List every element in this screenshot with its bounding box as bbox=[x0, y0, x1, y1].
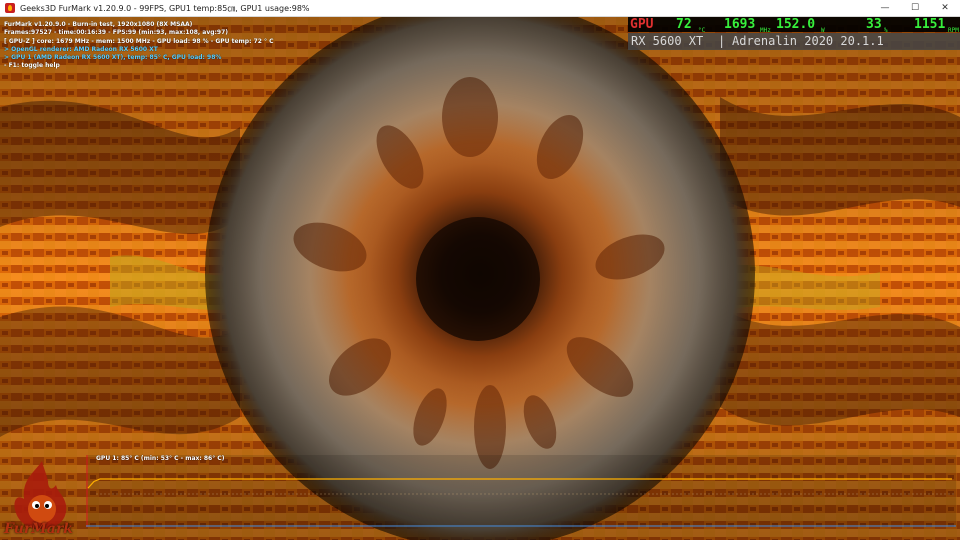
osd-driver-row: RX 5600 XT | Adrenalin 2020 20.1.1 bbox=[628, 33, 960, 50]
overlay-line-gpuz: [ GPU-Z ] core: 1679 MHz - mem: 1500 MHz… bbox=[4, 37, 274, 45]
furmark-logo-text: FurMark bbox=[4, 521, 73, 537]
close-button[interactable]: ✕ bbox=[930, 0, 960, 16]
radeon-osd-panel: GPU 72 °C 1693 MHz 152.0 W 33 % 1151 RPM… bbox=[628, 17, 960, 50]
temperature-series-line bbox=[87, 478, 952, 489]
osd-metrics-row: GPU 72 °C 1693 MHz 152.0 W 33 % 1151 RPM bbox=[628, 17, 960, 34]
overlay-line-frames: Frames:97527 - time:00:16:39 - FPS:99 (m… bbox=[4, 29, 229, 37]
overlay-line-help: - F1: toggle help bbox=[4, 62, 60, 70]
osd-power-value: 152.0 bbox=[776, 17, 816, 32]
osd-rpm-value: 1151 bbox=[914, 17, 946, 32]
osd-separator: | bbox=[718, 34, 726, 48]
osd-gpu-label: GPU bbox=[630, 17, 654, 32]
render-viewport[interactable]: FurMark v1.20.9.0 - Burn-in test, 1920x1… bbox=[0, 17, 960, 540]
temperature-graph-plot bbox=[86, 455, 956, 527]
window-title: Geeks3D FurMark v1.20.9.0 - 99FPS, GPU1 … bbox=[20, 3, 310, 13]
benchmark-info-overlay: FurMark v1.20.9.0 - Burn-in test, 1920x1… bbox=[4, 21, 274, 71]
furmark-app-icon bbox=[5, 3, 15, 13]
maximize-button[interactable]: ☐ bbox=[900, 0, 930, 16]
osd-fan-value: 33 bbox=[866, 17, 882, 32]
osd-temp-value: 72 bbox=[676, 17, 692, 32]
overlay-line-renderer: > OpenGL renderer: AMD Radeon RX 5600 XT bbox=[4, 45, 158, 53]
osd-gpu-name: RX 5600 XT bbox=[631, 34, 704, 48]
osd-driver-version: Adrenalin 2020 20.1.1 bbox=[732, 34, 884, 48]
minimize-button[interactable]: — bbox=[870, 0, 900, 16]
temperature-graph: GPU 1: 85° C (min: 53° C - max: 86° C) bbox=[86, 455, 956, 527]
osd-clock-value: 1693 bbox=[724, 17, 756, 32]
title-bar: Geeks3D FurMark v1.20.9.0 - 99FPS, GPU1 … bbox=[0, 0, 960, 17]
